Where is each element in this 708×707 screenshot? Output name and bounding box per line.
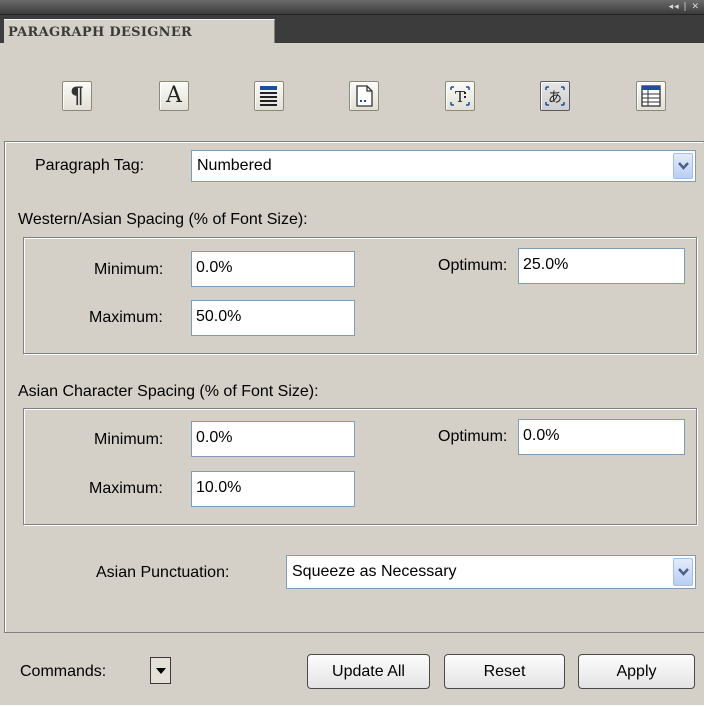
- basic-properties-button[interactable]: ¶: [62, 81, 92, 111]
- paragraph-icon: ¶: [70, 83, 84, 109]
- paragraph-tag-dropdown-button[interactable]: [673, 153, 693, 179]
- ac-maximum-value: 10.0%: [196, 479, 242, 496]
- paragraph-designer-panel: ◂◂ | ✕ PARAGRAPH DESIGNER ¶ A T あ Paragr…: [0, 0, 704, 705]
- ac-maximum-field[interactable]: 10.0%: [191, 471, 355, 507]
- ac-minimum-field[interactable]: 0.0%: [191, 421, 355, 457]
- ac-minimum-value: 0.0%: [196, 429, 233, 446]
- asian-button[interactable]: あ: [540, 81, 570, 111]
- update-all-button[interactable]: Update All: [307, 654, 430, 689]
- wa-maximum-label: Maximum:: [89, 309, 163, 326]
- asian-punctuation-label: Asian Punctuation:: [96, 564, 230, 581]
- wa-maximum-field[interactable]: 50.0%: [191, 300, 355, 336]
- advanced-button[interactable]: T: [445, 81, 475, 111]
- ac-optimum-label: Optimum:: [438, 428, 508, 445]
- reset-button[interactable]: Reset: [444, 654, 565, 689]
- panel-controls[interactable]: ◂◂ | ✕: [669, 0, 700, 14]
- commands-label: Commands:: [20, 663, 107, 680]
- text-frame-icon: T: [446, 82, 474, 110]
- wa-minimum-value: 0.0%: [196, 259, 233, 276]
- tab-paragraph-designer[interactable]: PARAGRAPH DESIGNER: [4, 19, 275, 43]
- svg-text:あ: あ: [548, 90, 562, 106]
- paragraph-tag-value: Numbered: [197, 157, 272, 174]
- ac-minimum-label: Minimum:: [94, 431, 164, 448]
- svg-text:T: T: [455, 88, 465, 106]
- triangle-down-icon: [156, 668, 166, 674]
- paragraph-tag-label: Paragraph Tag:: [35, 157, 145, 174]
- wa-maximum-value: 50.0%: [196, 308, 242, 325]
- chevron-down-icon: [678, 162, 689, 170]
- ac-optimum-field[interactable]: 0.0%: [518, 419, 685, 455]
- pagination-icon: [255, 82, 283, 110]
- chevron-down-icon: [678, 568, 689, 576]
- font-icon: A: [166, 83, 182, 108]
- pagination-button[interactable]: [254, 81, 284, 111]
- ac-optimum-value: 0.0%: [523, 427, 560, 444]
- asian-character-icon: あ: [541, 82, 569, 110]
- asian-punctuation-value: Squeeze as Necessary: [292, 563, 457, 580]
- apply-button[interactable]: Apply: [578, 654, 695, 689]
- wa-minimum-field[interactable]: 0.0%: [191, 251, 355, 287]
- tab-label: PARAGRAPH DESIGNER: [8, 25, 193, 40]
- table-cell-button[interactable]: [636, 81, 666, 111]
- asian-punctuation-dropdown[interactable]: Squeeze as Necessary: [286, 555, 696, 589]
- numbering-button[interactable]: [349, 81, 379, 111]
- western-asian-heading: Western/Asian Spacing (% of Font Size):: [18, 211, 308, 228]
- commands-menu-button[interactable]: [150, 657, 171, 684]
- default-font-button[interactable]: A: [159, 81, 189, 111]
- paragraph-tag-dropdown[interactable]: Numbered: [191, 150, 696, 182]
- ac-maximum-label: Maximum:: [89, 480, 163, 497]
- asian-punctuation-dropdown-button[interactable]: [673, 558, 693, 586]
- asian-char-heading: Asian Character Spacing (% of Font Size)…: [18, 383, 319, 400]
- wa-optimum-value: 25.0%: [523, 256, 569, 273]
- wa-optimum-label: Optimum:: [438, 257, 508, 274]
- panel-title-strip: ◂◂ | ✕: [0, 0, 704, 15]
- tab-row: PARAGRAPH DESIGNER: [0, 15, 704, 43]
- wa-optimum-field[interactable]: 25.0%: [518, 248, 685, 284]
- table-cell-icon: [637, 82, 665, 110]
- numbering-icon: [350, 82, 378, 110]
- wa-minimum-label: Minimum:: [94, 261, 164, 278]
